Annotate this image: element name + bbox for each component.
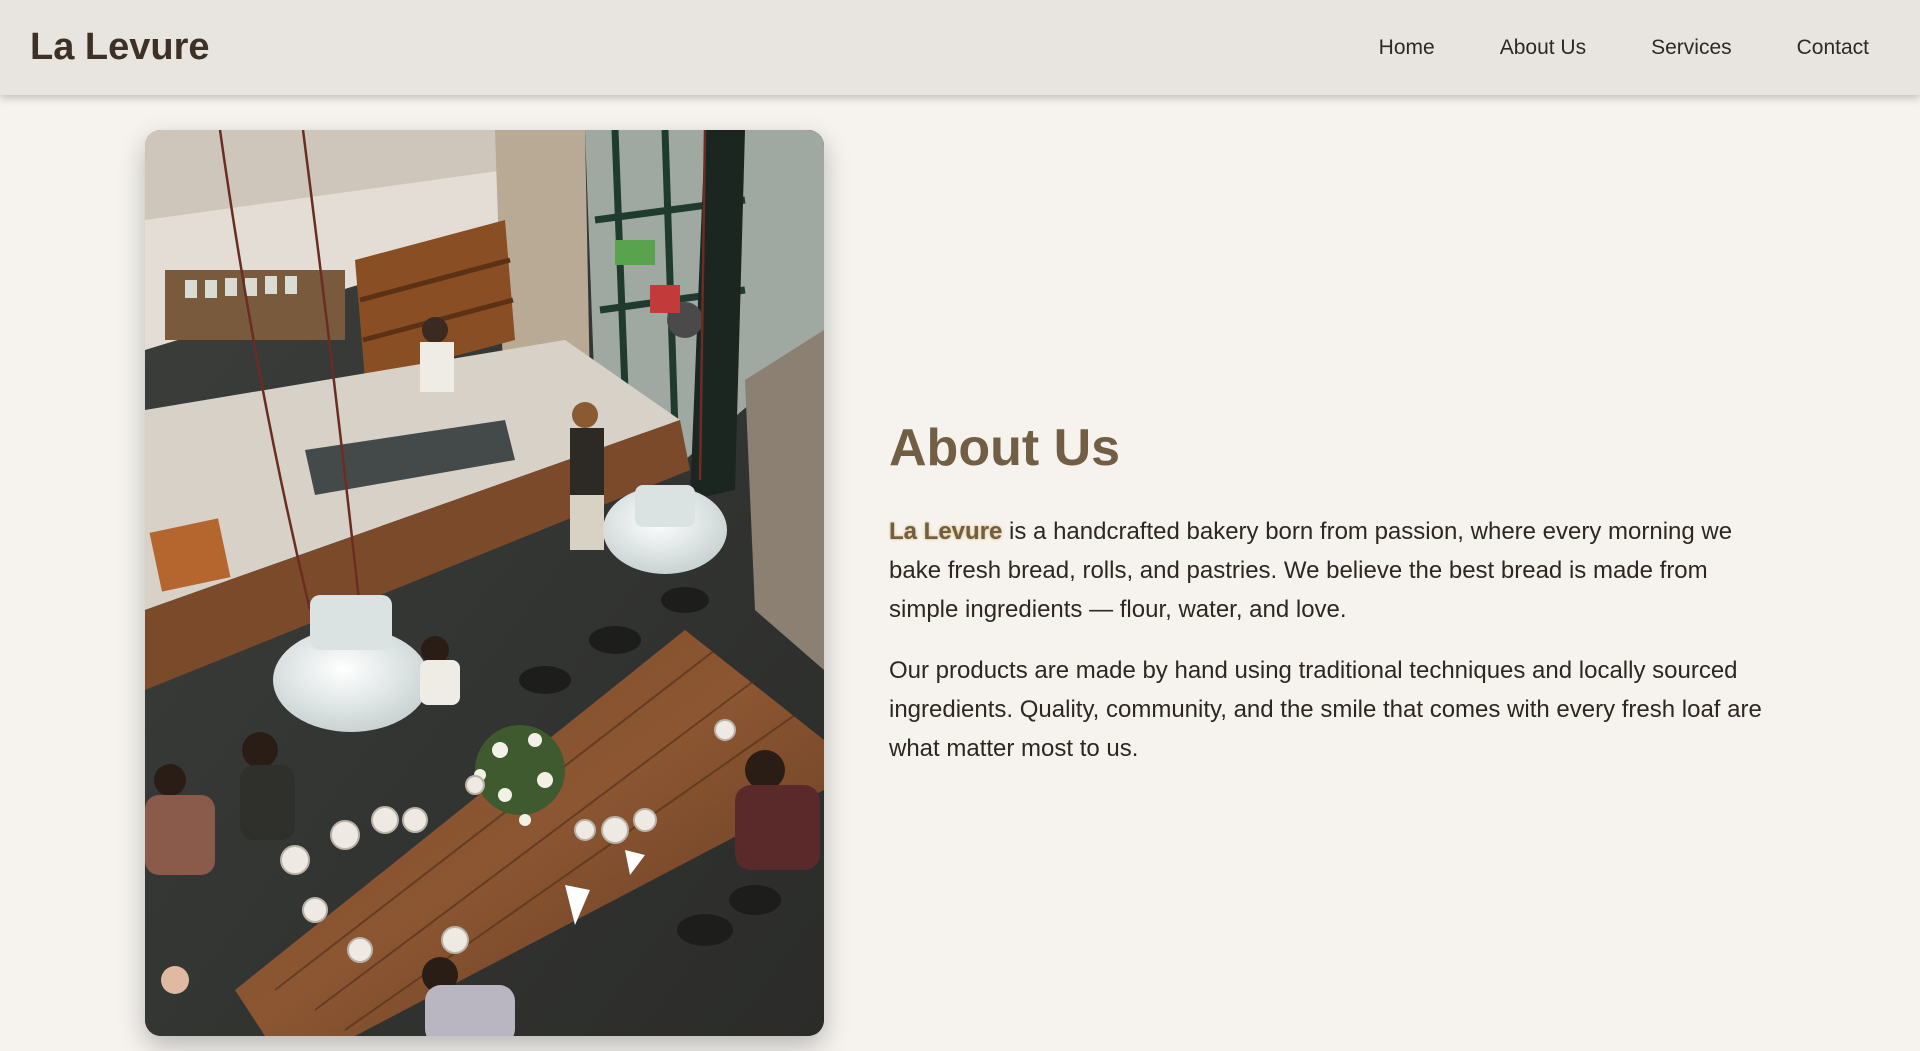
navbar: La Levure Home About Us Services Contact: [0, 0, 1920, 95]
nav-link-services[interactable]: Services: [1651, 36, 1732, 60]
nav-link-home[interactable]: Home: [1379, 36, 1435, 60]
about-paragraph-1: La Levure is a handcrafted bakery born f…: [889, 512, 1769, 629]
nav-menu: Home About Us Services Contact: [1314, 0, 1869, 95]
nav-link-about-us[interactable]: About Us: [1500, 36, 1586, 60]
about-section: About Us La Levure is a handcrafted bake…: [889, 418, 1769, 790]
bakery-interior-photo: [145, 130, 824, 1036]
about-paragraph-2: Our products are made by hand using trad…: [889, 657, 1762, 762]
about-paragraph-1-text: is a handcrafted bakery born from passio…: [889, 518, 1733, 623]
nav-link-contact[interactable]: Contact: [1797, 36, 1869, 60]
brand-highlight: La Levure: [889, 518, 1003, 545]
brand-logo-link[interactable]: La Levure: [30, 26, 210, 69]
about-title: About Us: [889, 419, 1121, 477]
